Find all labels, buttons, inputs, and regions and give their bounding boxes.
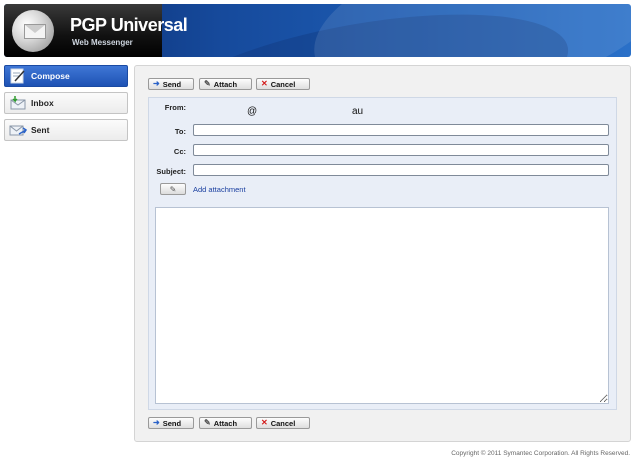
message-body[interactable] bbox=[155, 207, 609, 404]
send-button[interactable]: ➜ Send bbox=[148, 78, 194, 90]
from-value: @ bbox=[247, 106, 258, 117]
to-field[interactable] bbox=[193, 124, 609, 136]
close-icon: ✕ bbox=[261, 79, 268, 88]
cancel-button-label: Cancel bbox=[270, 418, 296, 428]
cc-label: Cc: bbox=[173, 147, 186, 156]
attach-button-label: Attach bbox=[213, 79, 238, 89]
send-button-label: Send bbox=[162, 79, 182, 89]
inbox-icon bbox=[9, 95, 29, 111]
copyright-text: Copyright © 2011 Symantec Corporation. A… bbox=[451, 450, 630, 457]
from-label: From: bbox=[164, 103, 186, 112]
sent-icon bbox=[9, 122, 29, 138]
cancel-button-bottom[interactable]: ✕ Cancel bbox=[256, 417, 310, 429]
sidebar-item-sent[interactable]: Sent bbox=[4, 119, 128, 141]
sidebar-item-inbox[interactable]: Inbox bbox=[4, 92, 128, 114]
app-subtitle: Web Messenger bbox=[72, 38, 133, 47]
add-attachment-link[interactable]: Add attachment bbox=[193, 185, 246, 194]
logo-icon bbox=[12, 10, 54, 52]
logo: PGP Universal Web Messenger bbox=[4, 4, 188, 57]
from-value-domain: au bbox=[352, 106, 364, 117]
compose-icon bbox=[9, 68, 29, 84]
sidebar-item-compose[interactable]: Compose bbox=[4, 65, 128, 87]
paperclip-icon: ✎ bbox=[204, 418, 211, 427]
send-icon: ➜ bbox=[153, 79, 160, 88]
attach-button-label: Attach bbox=[213, 418, 238, 428]
sidebar-item-label: Inbox bbox=[31, 98, 54, 108]
send-button-bottom[interactable]: ➜ Send bbox=[148, 417, 194, 429]
header-decoration bbox=[299, 4, 631, 57]
sidebar-item-label: Sent bbox=[31, 125, 50, 135]
cancel-button-label: Cancel bbox=[270, 79, 296, 89]
add-attachment-button[interactable]: ✎ bbox=[160, 183, 186, 195]
to-label: To: bbox=[174, 127, 186, 136]
app-header: PGP Universal Web Messenger bbox=[4, 4, 631, 57]
cancel-button[interactable]: ✕ Cancel bbox=[256, 78, 310, 90]
attach-button-bottom[interactable]: ✎ Attach bbox=[199, 417, 252, 429]
paperclip-icon: ✎ bbox=[204, 79, 211, 88]
attach-button[interactable]: ✎ Attach bbox=[199, 78, 252, 90]
send-icon: ➜ bbox=[153, 418, 160, 427]
cc-field[interactable] bbox=[193, 144, 609, 156]
paperclip-icon: ✎ bbox=[169, 184, 177, 194]
close-icon: ✕ bbox=[261, 418, 268, 427]
app-title: PGP Universal bbox=[70, 15, 188, 35]
send-button-label: Send bbox=[162, 418, 182, 428]
sidebar-item-label: Compose bbox=[31, 71, 70, 81]
subject-field[interactable] bbox=[193, 164, 609, 176]
subject-label: Subject: bbox=[156, 167, 186, 176]
